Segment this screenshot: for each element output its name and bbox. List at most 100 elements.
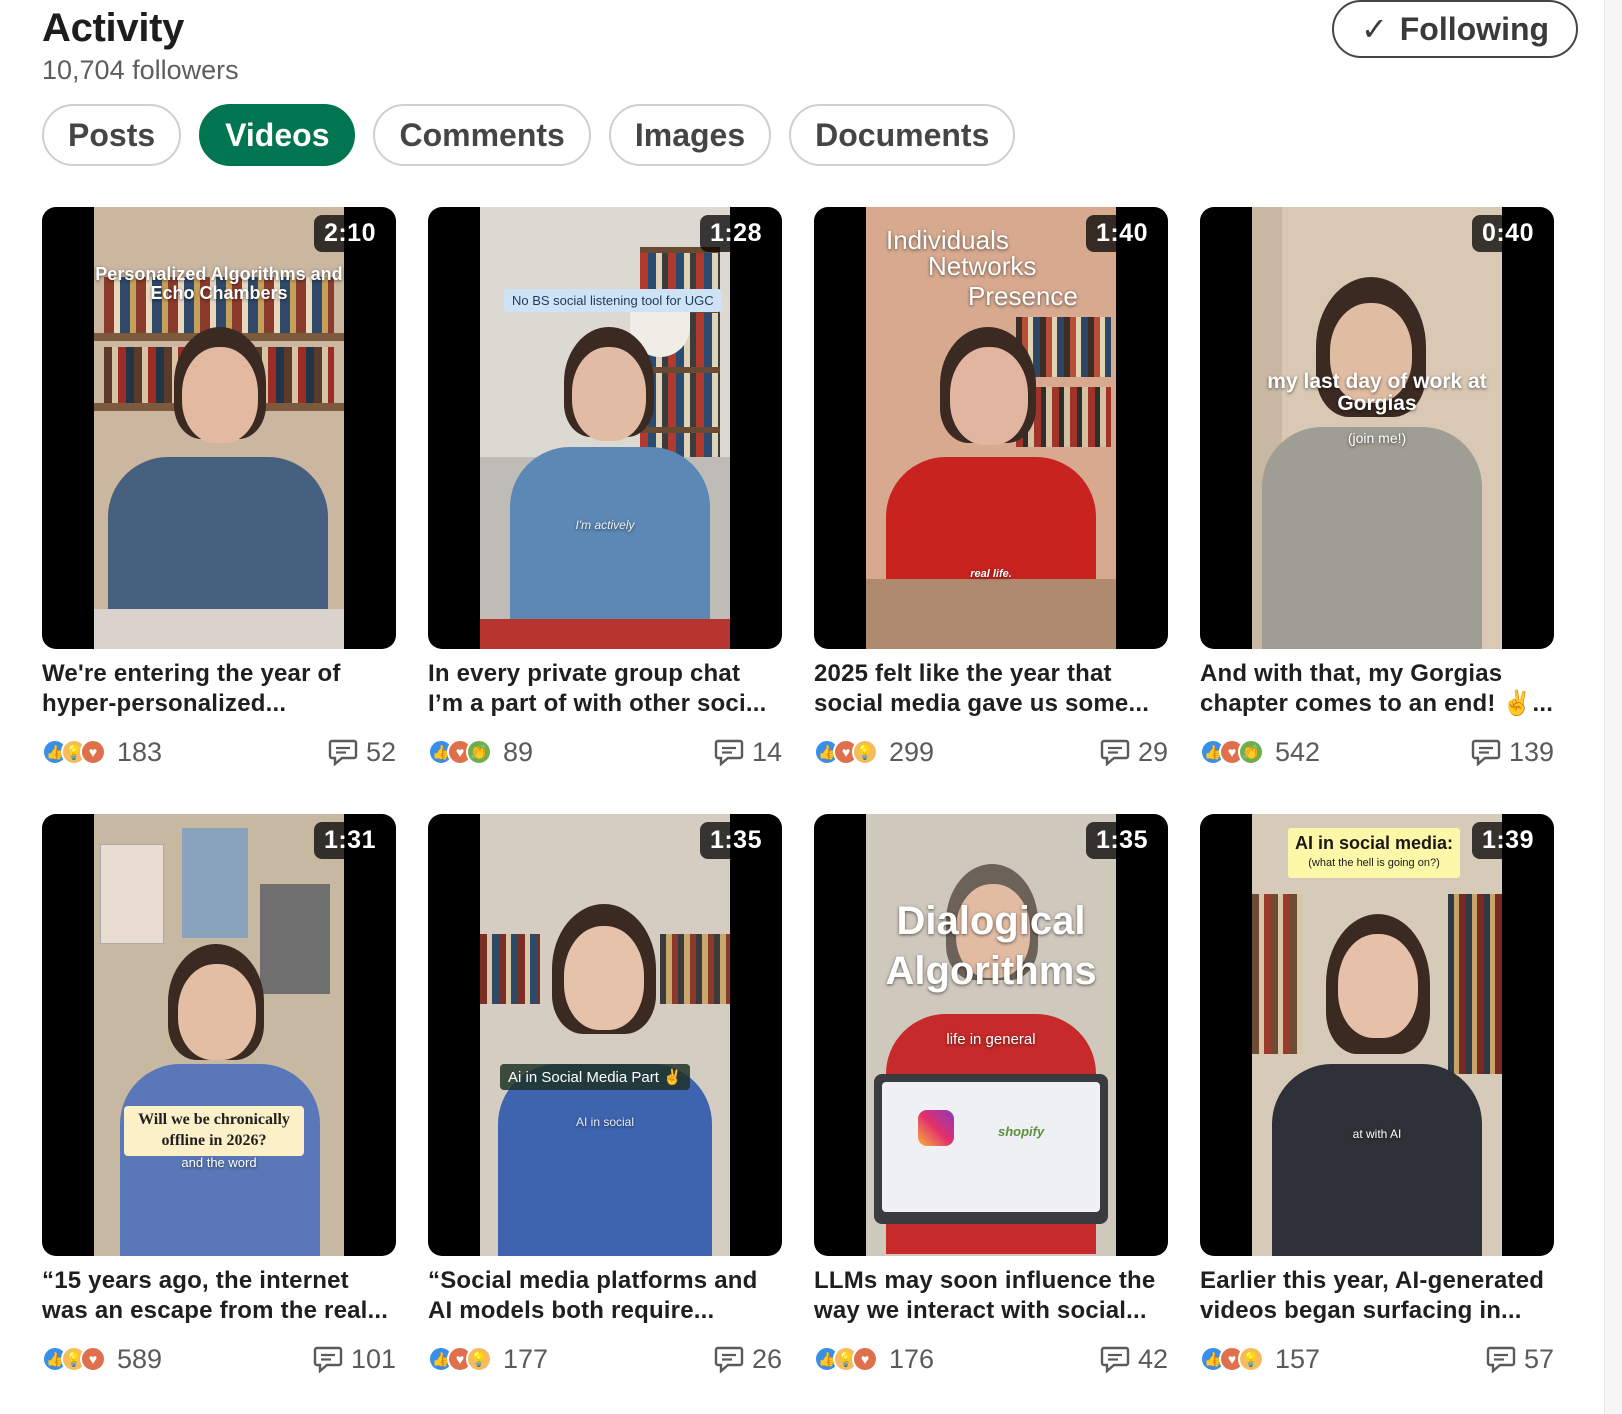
caption-line: I’m a part of with other soci... (428, 690, 767, 717)
video-frame: shopify Dialogical Algorithms life in ge… (866, 814, 1116, 1256)
checkmark-icon: ✓ (1360, 11, 1388, 47)
video-thumbnail[interactable]: my last day of work at Gorgias (join me!… (1200, 207, 1554, 649)
tab-label: Documents (815, 116, 990, 153)
tab-label: Images (634, 116, 746, 153)
heart-icon: ♥ (852, 1346, 878, 1372)
comment-bubble-icon (313, 1346, 343, 1373)
video-card[interactable]: shopify Dialogical Algorithms life in ge… (814, 814, 1168, 1414)
caption-line: “15 years ago, the internet (42, 1267, 349, 1294)
reaction-count: 89 (503, 736, 534, 767)
video-stats: 👍 ♥ 👏 89 14 (428, 735, 782, 769)
lightbulb-icon: 💡 (1238, 1346, 1264, 1372)
video-card[interactable]: Will we be chronically offline in 2026? … (42, 814, 396, 1414)
tab-documents[interactable]: Documents (789, 104, 1016, 166)
comments-count-link[interactable]: 52 (328, 737, 396, 768)
video-grid: Personalized Algorithms and Echo Chamber… (42, 207, 1554, 1414)
video-subtitle: real life. (970, 568, 1012, 580)
comments-count-link[interactable]: 42 (1100, 1344, 1168, 1375)
video-caption[interactable]: “Social media platforms and AI models bo… (428, 1266, 782, 1326)
reactions[interactable]: 👍 ♥ 👏 89 (428, 737, 533, 768)
comment-count: 139 (1508, 736, 1554, 767)
video-thumbnail[interactable]: shopify Dialogical Algorithms life in ge… (814, 814, 1168, 1256)
video-stats: 👍 ♥ 💡 177 26 (428, 1342, 782, 1376)
comments-count-link[interactable]: 26 (714, 1344, 782, 1375)
comment-bubble-icon (1100, 1346, 1130, 1373)
reactions[interactable]: 👍 ♥ 💡 299 (814, 737, 934, 768)
shopify-logo: shopify (998, 1124, 1045, 1139)
following-button-label: Following (1399, 10, 1550, 47)
content-filter-tabs: Posts Videos Comments Images Documents (42, 104, 1016, 166)
video-thumbnail[interactable]: Personalized Algorithms and Echo Chamber… (42, 207, 396, 649)
comment-count: 101 (350, 1343, 396, 1374)
video-caption[interactable]: And with that, my Gorgias chapter comes … (1200, 659, 1554, 719)
caption-line: 2025 felt like the year that (814, 660, 1112, 687)
video-card[interactable]: AI in social media: (what the hell is go… (1200, 814, 1554, 1414)
video-thumbnail[interactable]: Ai in Social Media Part ✌️ AI in social … (428, 814, 782, 1256)
video-caption[interactable]: “15 years ago, the internet was an escap… (42, 1266, 396, 1326)
follower-count: 10,704 followers (42, 55, 239, 85)
tab-videos[interactable]: Videos (199, 104, 356, 166)
scrollbar[interactable] (1604, 0, 1622, 1414)
comment-count: 29 (1137, 736, 1168, 767)
following-button[interactable]: ✓ Following (1332, 0, 1578, 58)
tab-posts[interactable]: Posts (42, 104, 182, 166)
video-overlay-text: Ai in Social Media Part ✌️ (500, 1064, 690, 1090)
reaction-count: 176 (889, 1343, 935, 1374)
video-caption[interactable]: In every private group chat I’m a part o… (428, 659, 782, 719)
video-caption[interactable]: LLMs may soon influence the way we inter… (814, 1266, 1168, 1326)
video-caption[interactable]: 2025 felt like the year that social medi… (814, 659, 1168, 719)
video-overlay-text: AI in social media: (1294, 833, 1454, 853)
comments-count-link[interactable]: 101 (313, 1344, 396, 1375)
reactions[interactable]: 👍 💡 ♥ 176 (814, 1344, 934, 1375)
video-card[interactable]: Personalized Algorithms and Echo Chamber… (42, 207, 396, 814)
caption-line: In every private group chat (428, 660, 741, 687)
video-thumbnail[interactable]: No BS social listening tool for UGC I'm … (428, 207, 782, 649)
reaction-count: 177 (503, 1343, 549, 1374)
tab-label: Videos (225, 116, 330, 153)
comment-count: 52 (365, 736, 396, 767)
tab-comments[interactable]: Comments (373, 104, 591, 166)
comments-count-link[interactable]: 29 (1100, 737, 1168, 768)
video-thumbnail[interactable]: Individuals Networks Presence real life.… (814, 207, 1168, 649)
video-overlay-subtitle: (what the hell is going on?) (1308, 857, 1440, 869)
comments-count-link[interactable]: 139 (1471, 737, 1554, 768)
reactions[interactable]: 👍 ♥ 💡 157 (1200, 1344, 1320, 1375)
video-thumbnail[interactable]: AI in social media: (what the hell is go… (1200, 814, 1554, 1256)
video-stats: 👍 💡 ♥ 176 42 (814, 1342, 1168, 1376)
reaction-count: 589 (117, 1343, 163, 1374)
video-frame: Will we be chronically offline in 2026? … (94, 814, 344, 1256)
video-duration: 1:39 (1471, 822, 1544, 859)
reactions[interactable]: 👍 ♥ 👏 542 (1200, 737, 1320, 768)
heart-icon: ♥ (80, 1346, 106, 1372)
reaction-count: 542 (1275, 736, 1321, 767)
comments-count-link[interactable]: 14 (714, 737, 782, 768)
video-overlay-text: Dialogical Algorithms (885, 899, 1097, 993)
video-overlay-text: No BS social listening tool for UGC (504, 289, 722, 312)
comment-bubble-icon (1471, 739, 1501, 766)
comments-count-link[interactable]: 57 (1486, 1344, 1554, 1375)
comment-bubble-icon (1100, 739, 1130, 766)
video-subtitle: life in general (946, 1031, 1036, 1048)
reactions[interactable]: 👍 ♥ 💡 177 (428, 1344, 548, 1375)
video-card[interactable]: No BS social listening tool for UGC I'm … (428, 207, 782, 814)
video-thumbnail[interactable]: Will we be chronically offline in 2026? … (42, 814, 396, 1256)
video-card[interactable]: Individuals Networks Presence real life.… (814, 207, 1168, 814)
video-card[interactable]: my last day of work at Gorgias (join me!… (1200, 207, 1554, 814)
video-card[interactable]: Ai in Social Media Part ✌️ AI in social … (428, 814, 782, 1414)
video-caption[interactable]: We're entering the year of hyper-persona… (42, 659, 396, 719)
video-caption[interactable]: Earlier this year, AI-generated videos b… (1200, 1266, 1554, 1326)
activity-header: Activity 10,704 followers (42, 6, 239, 86)
comment-count: 26 (751, 1343, 782, 1374)
tab-images[interactable]: Images (608, 104, 772, 166)
reactions[interactable]: 👍 💡 ♥ 183 (42, 737, 162, 768)
reactions[interactable]: 👍 💡 ♥ 589 (42, 1344, 162, 1375)
video-subtitle: I'm actively (575, 518, 635, 532)
video-frame: Personalized Algorithms and Echo Chamber… (94, 207, 344, 649)
video-frame: No BS social listening tool for UGC I'm … (480, 207, 730, 649)
page-title: Activity (42, 6, 185, 50)
lightbulb-icon: 💡 (852, 739, 878, 765)
caption-line: videos began surfacing in... (1200, 1297, 1522, 1324)
video-duration: 1:40 (1085, 215, 1158, 252)
heart-icon: ♥ (80, 739, 106, 765)
clapping-hands-icon: 👏 (466, 739, 492, 765)
